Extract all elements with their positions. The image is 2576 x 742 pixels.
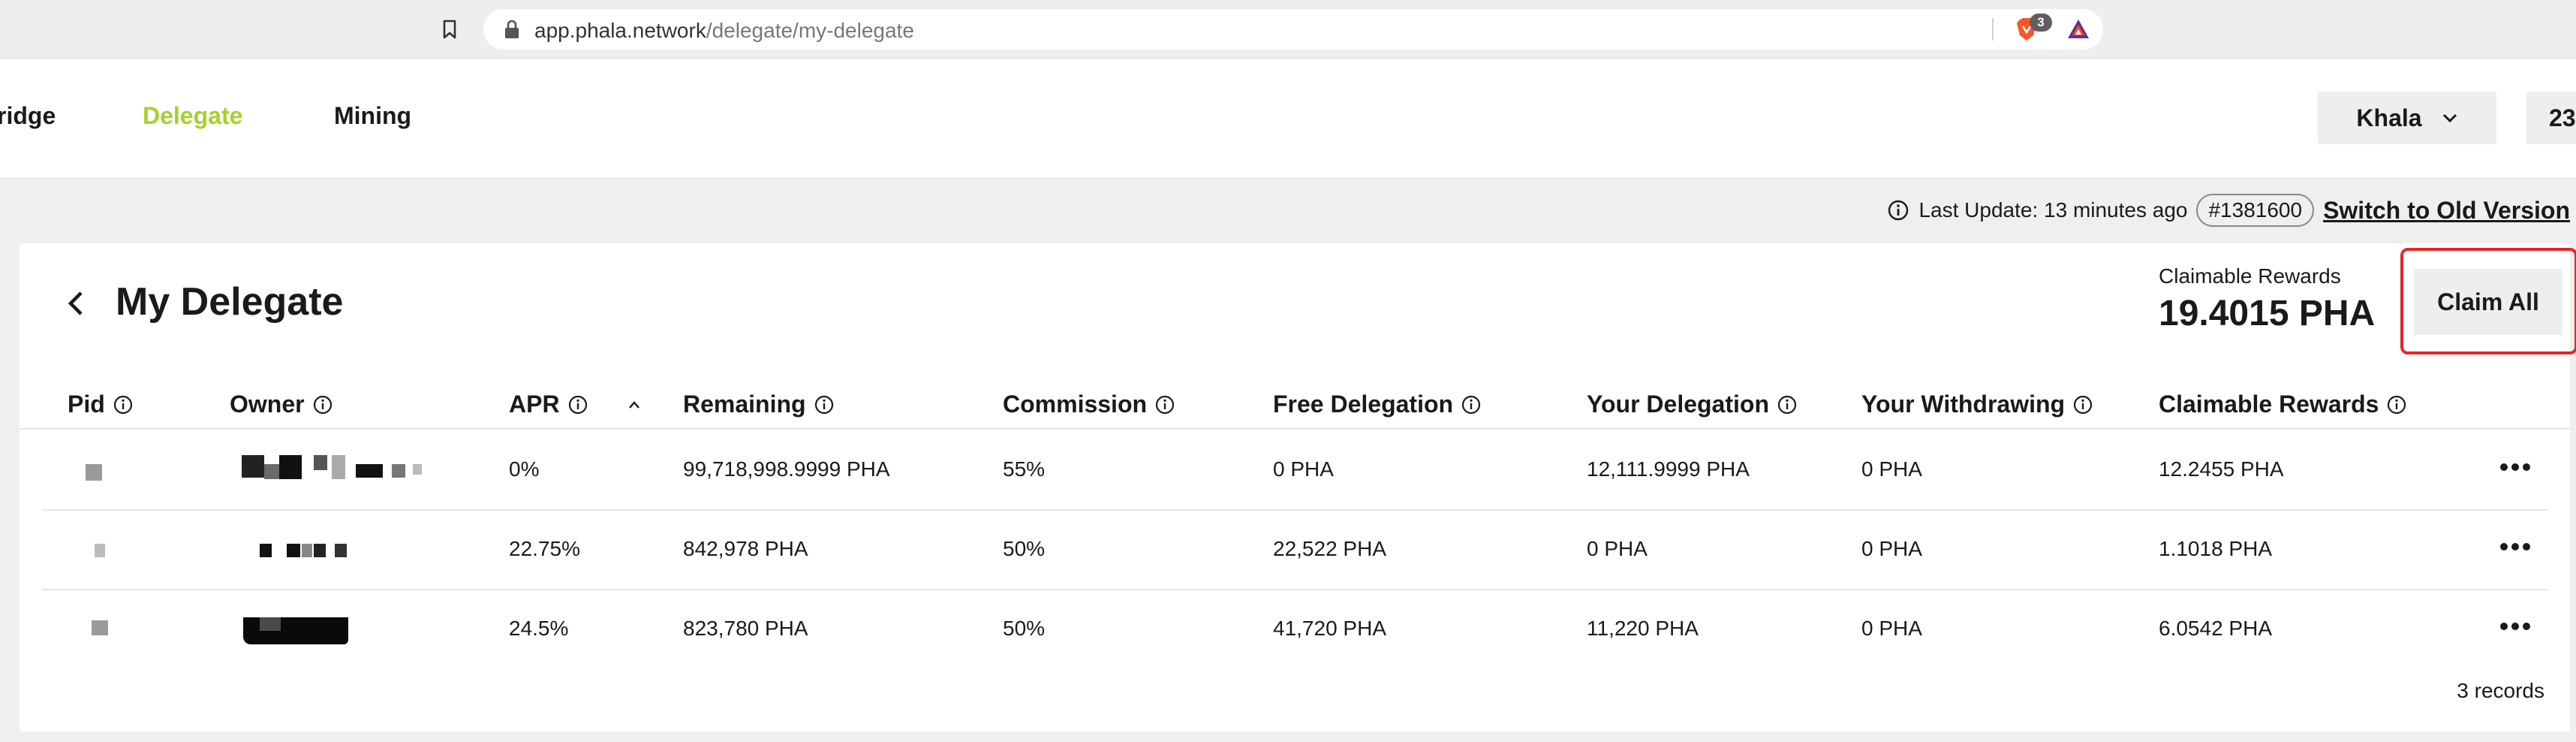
page-title: My Delegate	[116, 280, 344, 324]
commission-cell: 50%	[1003, 617, 1046, 640]
column-pid: Pid	[68, 391, 134, 418]
free-delegation-cell: 41,720 PHA	[1273, 617, 1386, 640]
remaining-cell: 99,718,998.9999 PHA	[683, 457, 890, 481]
back-arrow-icon[interactable]	[65, 288, 87, 318]
lock-icon	[505, 20, 519, 38]
claim-all-button[interactable]: Claim All	[2414, 269, 2562, 335]
info-icon[interactable]	[113, 394, 134, 415]
column-remaining: Remaining	[683, 391, 835, 418]
info-bar: Last Update: 13 minutes ago #1381600 Swi…	[1887, 192, 2570, 228]
free-delegation-cell: 22,522 PHA	[1273, 537, 1386, 560]
your-withdrawing-cell: 0 PHA	[1861, 537, 1922, 560]
address-bar-divider	[1992, 18, 1994, 41]
column-owner: Owner	[230, 391, 333, 418]
commission-cell: 50%	[1003, 537, 1046, 560]
claim-all-highlight: Claim All	[2400, 248, 2576, 354]
claimable-rewards-cell: 12.2455 PHA	[2159, 457, 2284, 481]
remaining-cell: 823,780 PHA	[683, 617, 808, 640]
app-header: ridge Delegate Mining Khala 23	[0, 59, 2576, 177]
info-icon[interactable]	[814, 394, 835, 415]
table-row[interactable]: 0% 99,718,998.9999 PHA 55% 0 PHA 12,111.…	[42, 431, 2547, 511]
column-your-withdrawing: Your Withdrawing	[1861, 391, 2093, 418]
column-claimable-rewards: Claimable Rewards	[2159, 391, 2407, 418]
commission-cell: 55%	[1003, 457, 1046, 481]
column-apr[interactable]: APR	[509, 391, 641, 418]
redacted-owner-avatar	[260, 544, 272, 557]
your-delegation-cell: 11,220 PHA	[1587, 617, 1699, 640]
block-number-badge: #1381600	[2196, 194, 2315, 227]
column-your-delegation: Your Delegation	[1587, 391, 1798, 418]
sort-ascending-icon[interactable]	[627, 400, 641, 409]
column-commission: Commission	[1003, 391, 1175, 418]
claimable-rewards-total: 19.4015 PHA	[2159, 294, 2376, 333]
claimable-rewards-cell: 6.0542 PHA	[2159, 617, 2272, 640]
info-icon[interactable]	[1154, 394, 1175, 415]
column-free-delegation: Free Delegation	[1273, 391, 1482, 418]
info-icon[interactable]	[567, 394, 588, 415]
your-delegation-cell: 12,111.9999 PHA	[1587, 457, 1750, 481]
your-delegation-cell: 0 PHA	[1587, 537, 1648, 560]
bookmark-icon[interactable]	[438, 18, 461, 41]
info-icon[interactable]	[312, 394, 333, 415]
table-row[interactable]: 24.5% 823,780 PHA 50% 41,720 PHA 11,220 …	[42, 590, 2547, 670]
table-row[interactable]: 22.75% 842,978 PHA 50% 22,522 PHA 0 PHA …	[42, 511, 2547, 590]
info-icon[interactable]	[2072, 394, 2093, 415]
claimable-rewards-cell: 1.1018 PHA	[2159, 537, 2272, 560]
remaining-cell: 842,978 PHA	[683, 537, 808, 560]
redacted-pid	[92, 620, 108, 635]
info-icon[interactable]	[1777, 394, 1798, 415]
your-withdrawing-cell: 0 PHA	[1861, 457, 1922, 481]
apr-cell: 22.75%	[509, 537, 580, 560]
table-header: Pid Owner APR Remaining Commission Free …	[20, 383, 2570, 430]
network-label: Khala	[2356, 104, 2422, 131]
info-icon[interactable]	[2386, 394, 2407, 415]
apr-cell: 24.5%	[509, 617, 569, 640]
more-options-icon[interactable]	[2499, 461, 2531, 473]
claimable-rewards-caption: Claimable Rewards	[2159, 264, 2341, 288]
last-update-text: Last Update: 13 minutes ago	[1918, 198, 2188, 222]
records-count: 3 records	[2457, 679, 2544, 702]
nav-item-bridge[interactable]: ridge	[0, 102, 56, 130]
apr-cell: 0%	[509, 457, 540, 481]
brave-rewards-icon[interactable]	[2066, 17, 2091, 42]
url-text: app.phala.network/delegate/my-delegate	[534, 19, 914, 42]
redacted-owner-avatar	[243, 617, 348, 644]
your-withdrawing-cell: 0 PHA	[1861, 617, 1922, 640]
nav-item-mining[interactable]: Mining	[334, 102, 411, 130]
more-options-icon[interactable]	[2499, 620, 2531, 632]
more-options-icon[interactable]	[2499, 541, 2531, 553]
address-bar[interactable]: app.phala.network/delegate/my-delegate 3	[483, 9, 2103, 50]
redacted-pid	[95, 544, 105, 557]
chevron-down-icon	[2442, 113, 2457, 123]
network-select[interactable]: Khala	[2318, 92, 2496, 144]
info-icon[interactable]	[1461, 394, 1482, 415]
delegate-card: My Delegate Claimable Rewards 19.4015 PH…	[20, 243, 2576, 731]
shields-count-badge: 3	[2030, 14, 2052, 32]
account-button[interactable]: 23	[2526, 92, 2576, 144]
switch-old-version-link[interactable]: Switch to Old Version	[2323, 197, 2570, 225]
info-icon	[1888, 200, 1909, 221]
nav-item-delegate[interactable]: Delegate	[143, 102, 242, 130]
redacted-owner-avatar	[242, 455, 264, 478]
redacted-pid	[86, 464, 102, 481]
free-delegation-cell: 0 PHA	[1273, 457, 1334, 481]
browser-toolbar: app.phala.network/delegate/my-delegate 3	[0, 0, 2576, 59]
